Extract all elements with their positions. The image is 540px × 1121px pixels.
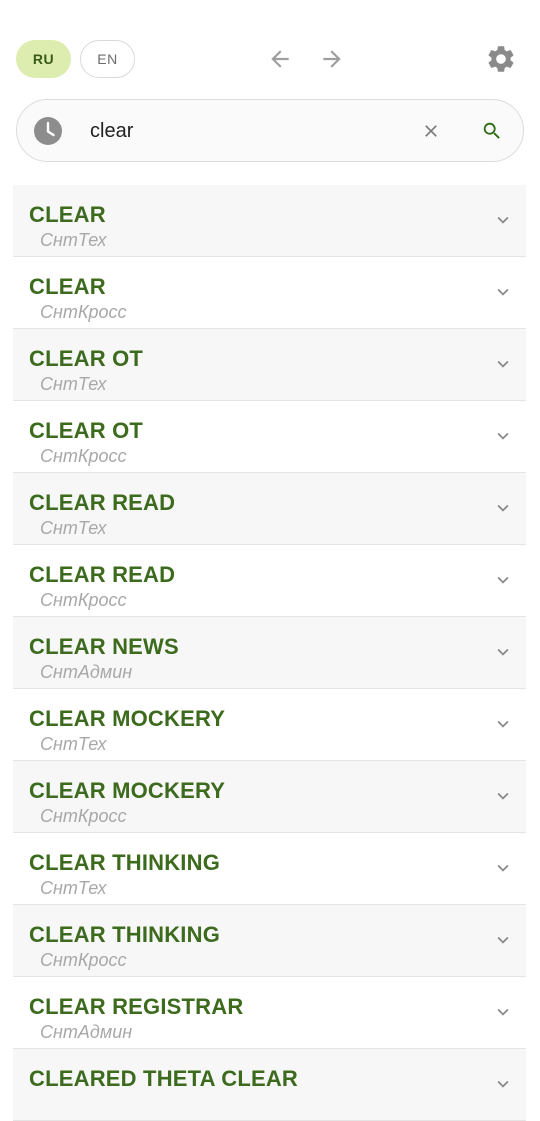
list-item[interactable]: CLEAR THINKING СнтКросс: [13, 905, 526, 977]
result-title: CLEAR THINKING: [29, 850, 221, 875]
list-item[interactable]: CLEAR MOCKERY СнтТех: [13, 689, 526, 761]
result-source: СнтКросс: [40, 806, 127, 826]
result-title: CLEAR READ: [29, 562, 176, 587]
forward-button[interactable]: [317, 44, 347, 74]
result-source: СнтАдмин: [40, 662, 133, 682]
expand-button[interactable]: [492, 569, 514, 591]
expand-button[interactable]: [492, 209, 514, 231]
list-item[interactable]: CLEAR OT СнтТех: [13, 329, 526, 401]
list-item[interactable]: CLEAR THINKING СнтТех: [13, 833, 526, 905]
result-source: СнтТех: [40, 518, 107, 538]
result-source: СнтТех: [40, 230, 107, 250]
result-title: CLEAR NEWS: [29, 634, 179, 659]
expand-button[interactable]: [492, 857, 514, 879]
list-item[interactable]: CLEAR СнтТех: [13, 185, 526, 257]
expand-button[interactable]: [492, 713, 514, 735]
chevron-down-icon: [497, 864, 509, 872]
chevron-down-icon: [497, 1080, 509, 1088]
expand-button[interactable]: [492, 281, 514, 303]
result-source: СнтКросс: [40, 446, 127, 466]
chevron-down-icon: [497, 792, 509, 800]
results-list: CLEAR СнтТех CLEAR СнтКросс CLEAR OT Снт…: [13, 185, 526, 1121]
expand-button[interactable]: [492, 929, 514, 951]
chevron-down-icon: [497, 288, 509, 296]
chevron-down-icon: [497, 432, 509, 440]
chevron-down-icon: [497, 648, 509, 656]
history-button[interactable]: [33, 116, 63, 146]
chevron-down-icon: [497, 1008, 509, 1016]
arrow-left-icon: [271, 50, 289, 68]
settings-button[interactable]: [484, 42, 518, 76]
list-item[interactable]: CLEARED THETA CLEAR: [13, 1049, 526, 1121]
result-source: СнтАдмин: [40, 1022, 133, 1042]
result-title: CLEAR REGISTRAR: [29, 994, 244, 1019]
search-icon: [483, 122, 500, 139]
list-item[interactable]: CLEAR MOCKERY СнтКросс: [13, 761, 526, 833]
result-title: CLEAR READ: [29, 490, 176, 515]
expand-button[interactable]: [492, 785, 514, 807]
search-bar: [16, 99, 524, 162]
clear-search-button[interactable]: [419, 119, 443, 143]
back-button[interactable]: [265, 44, 295, 74]
result-title: CLEAR: [29, 202, 106, 227]
lang-en-button[interactable]: EN: [80, 40, 135, 78]
list-item[interactable]: CLEAR REGISTRAR СнтАдмин: [13, 977, 526, 1049]
result-title: CLEAR MOCKERY: [29, 706, 226, 731]
chevron-down-icon: [497, 576, 509, 584]
arrow-right-icon: [323, 50, 341, 68]
chevron-down-icon: [497, 720, 509, 728]
expand-button[interactable]: [492, 497, 514, 519]
list-item[interactable]: CLEAR READ СнтКросс: [13, 545, 526, 617]
gear-icon: [488, 46, 514, 72]
search-button[interactable]: [479, 118, 505, 144]
top-bar: RU EN: [0, 0, 540, 100]
lang-ru-button[interactable]: RU: [16, 40, 71, 78]
result-source: СнтКросс: [40, 302, 127, 322]
result-source: СнтКросс: [40, 950, 127, 970]
list-item[interactable]: CLEAR OT СнтКросс: [13, 401, 526, 473]
result-title: CLEARED THETA CLEAR: [29, 1066, 299, 1091]
expand-button[interactable]: [492, 1001, 514, 1023]
result-source: СнтТех: [40, 878, 107, 898]
result-title: CLEAR: [29, 274, 106, 299]
expand-button[interactable]: [492, 641, 514, 663]
result-source: СнтТех: [40, 374, 107, 394]
chevron-down-icon: [497, 360, 509, 368]
expand-button[interactable]: [492, 353, 514, 375]
expand-button[interactable]: [492, 425, 514, 447]
list-item[interactable]: CLEAR NEWS СнтАдмин: [13, 617, 526, 689]
search-input[interactable]: [90, 114, 390, 148]
result-source: СнтКросс: [40, 590, 127, 610]
list-item[interactable]: CLEAR READ СнтТех: [13, 473, 526, 545]
list-item[interactable]: CLEAR СнтКросс: [13, 257, 526, 329]
result-source: СнтТех: [40, 734, 107, 754]
chevron-down-icon: [497, 504, 509, 512]
result-title: CLEAR MOCKERY: [29, 778, 226, 803]
expand-button[interactable]: [492, 1073, 514, 1095]
result-title: CLEAR THINKING: [29, 922, 221, 947]
result-title: CLEAR OT: [29, 418, 144, 443]
chevron-down-icon: [497, 216, 509, 224]
result-title: CLEAR OT: [29, 346, 144, 371]
close-icon: [425, 125, 437, 137]
chevron-down-icon: [497, 936, 509, 944]
clock-icon: [34, 117, 62, 145]
